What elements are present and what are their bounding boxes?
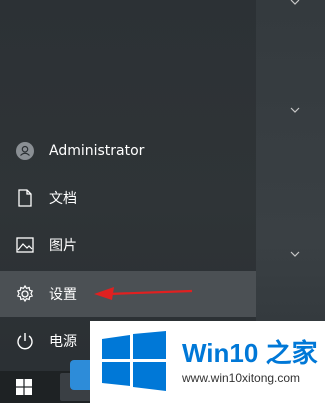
user-avatar-icon <box>16 142 34 160</box>
watermark-url: www.win10xitong.com <box>182 371 301 385</box>
red-arrow <box>94 287 193 300</box>
menu-item-pictures[interactable]: 图片 <box>0 222 256 268</box>
pictures-icon <box>16 236 34 254</box>
user-name: Administrator <box>49 143 145 159</box>
menu-item-label: 设置 <box>49 287 77 303</box>
menu-item-label: 电源 <box>49 334 77 350</box>
chevron-down-icon[interactable] <box>288 103 302 117</box>
power-icon <box>16 332 34 350</box>
menu-item-label: 图片 <box>49 238 77 254</box>
chevron-down-icon[interactable] <box>288 247 302 261</box>
menu-item-label: 文档 <box>49 191 77 207</box>
chevron-down-icon[interactable] <box>288 0 302 14</box>
windows-logo-icon <box>102 331 166 391</box>
windows-logo-icon <box>16 379 32 395</box>
watermark: Win10 之家 www.win10xitong.com <box>90 321 325 403</box>
start-button[interactable] <box>0 371 48 403</box>
user-account-item[interactable]: Administrator <box>0 128 256 174</box>
watermark-title: Win10 之家 <box>182 338 318 368</box>
menu-item-documents[interactable]: 文档 <box>0 175 256 221</box>
gear-icon <box>16 285 34 303</box>
document-icon <box>16 189 34 207</box>
